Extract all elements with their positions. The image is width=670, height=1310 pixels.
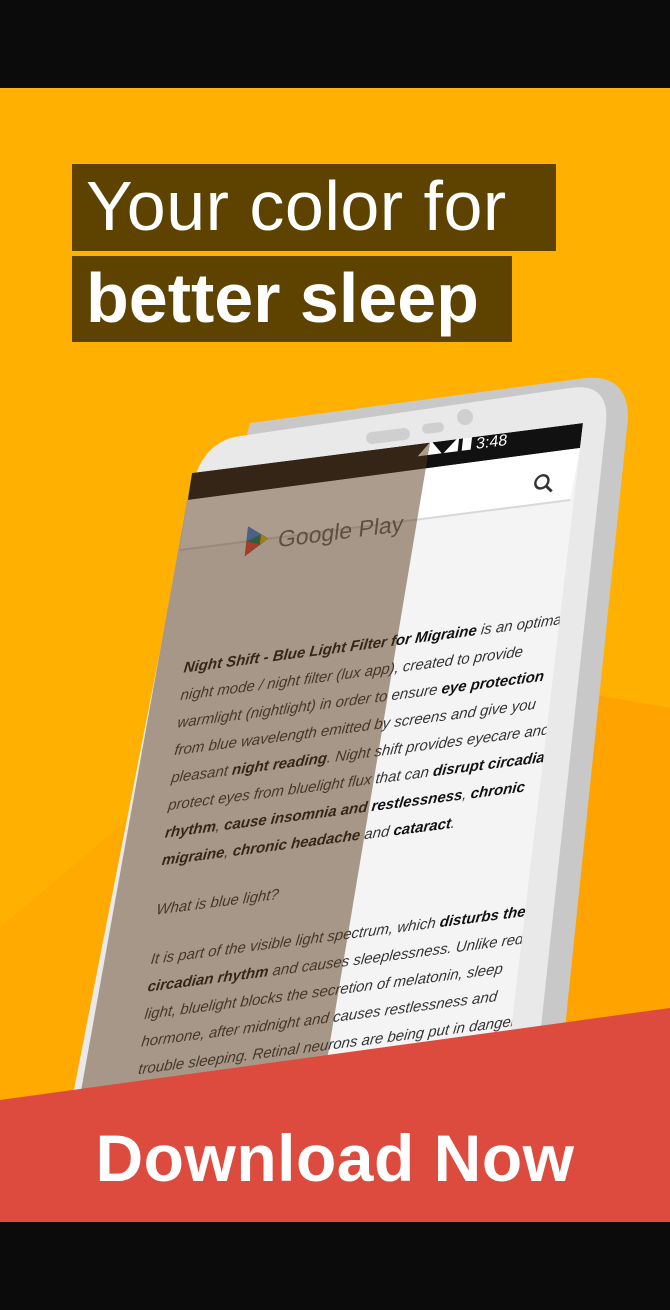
- screenshot: Your color for better sleep 3:48 for Mig…: [0, 0, 670, 1310]
- phone-mockup: 3:48 Google Play: [0, 88, 670, 1222]
- phone-camera: [457, 409, 473, 425]
- hamburger-menu-icon[interactable]: [142, 589, 163, 607]
- ad-banner[interactable]: Your color for better sleep 3:48 for Mig…: [0, 88, 670, 1222]
- download-now-button[interactable]: Download Now: [0, 1108, 670, 1208]
- phone-illustration: 3:48 Google Play: [40, 377, 628, 1222]
